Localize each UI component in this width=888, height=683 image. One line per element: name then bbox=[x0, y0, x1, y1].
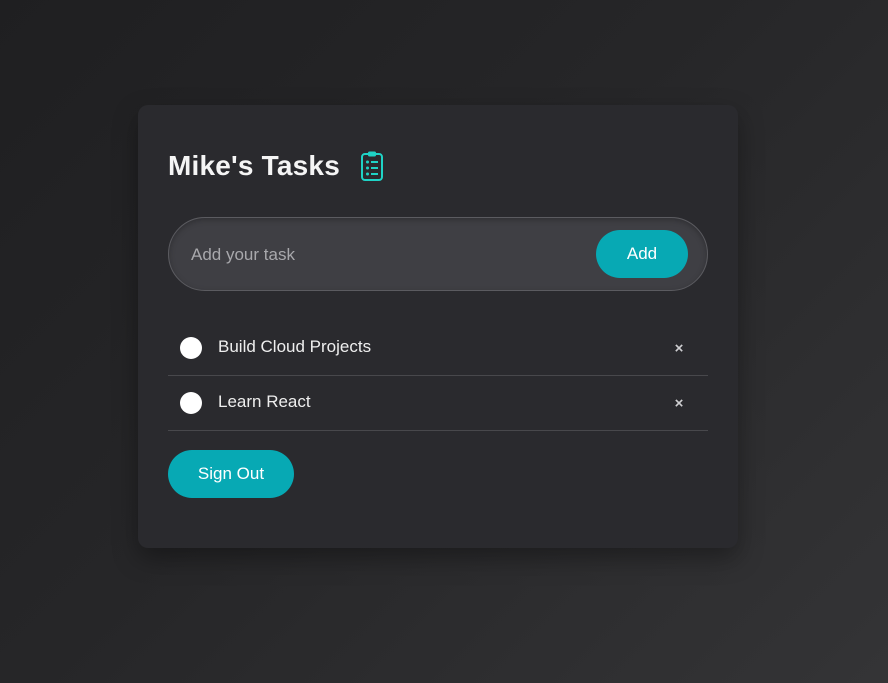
header: Mike's Tasks bbox=[168, 149, 384, 183]
task-checkbox[interactable] bbox=[180, 392, 202, 414]
task-label: Build Cloud Projects bbox=[218, 337, 372, 356]
task-checkbox[interactable] bbox=[180, 337, 202, 359]
task-item[interactable]: Learn React × bbox=[168, 376, 708, 431]
todo-card: Mike's Tasks Add Build Cloud Projects × bbox=[138, 105, 738, 548]
delete-task-icon[interactable]: × bbox=[672, 395, 686, 413]
page-title: Mike's Tasks bbox=[168, 150, 340, 181]
sign-out-button[interactable]: Sign Out bbox=[168, 450, 294, 498]
task-item[interactable]: Build Cloud Projects × bbox=[168, 321, 708, 376]
task-label: Learn React bbox=[218, 392, 311, 411]
task-list: Build Cloud Projects × Learn React × bbox=[168, 321, 708, 431]
clipboard-list-icon bbox=[360, 150, 384, 182]
task-input[interactable] bbox=[189, 218, 583, 292]
add-button[interactable]: Add bbox=[596, 230, 688, 278]
add-task-form: Add bbox=[168, 217, 708, 292]
delete-task-icon[interactable]: × bbox=[672, 340, 686, 358]
